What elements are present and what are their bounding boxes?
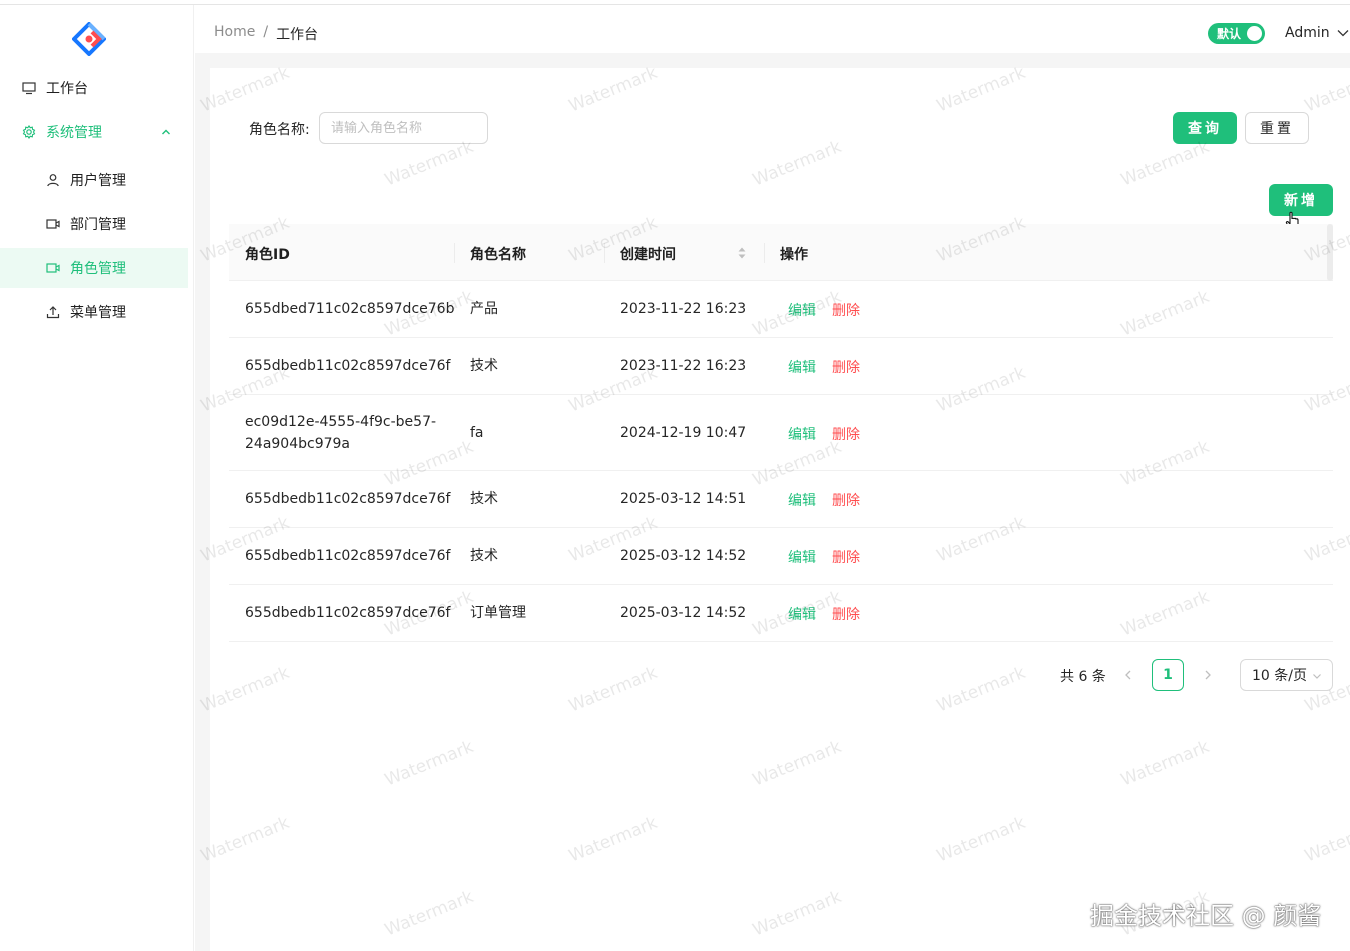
toggle-label: 默认 — [1217, 27, 1242, 41]
cell-role-id: 655dbedb11c02c8597dce76f — [245, 358, 451, 374]
chevron-right-icon[interactable] — [1201, 668, 1215, 682]
monitor-icon — [21, 80, 37, 96]
edit-link[interactable]: 编辑 — [788, 300, 816, 320]
cell-created-time: 2025-03-12 14:52 — [620, 605, 747, 621]
edit-link[interactable]: 编辑 — [788, 357, 816, 377]
delete-link[interactable]: 删除 — [832, 357, 860, 377]
toggle-knob — [1247, 26, 1262, 41]
chevron-down-icon — [1337, 30, 1349, 37]
pagination-page-current[interactable]: 1 — [1152, 659, 1184, 691]
table-row: 655dbedb11c02c8597dce76f 技术 2025-03-12 1… — [229, 528, 1333, 585]
theme-toggle[interactable]: 默认 — [1208, 23, 1265, 44]
cell-created-time: 2024-12-19 10:47 — [620, 425, 747, 441]
cell-created-time: 2023-11-22 16:23 — [620, 301, 747, 317]
cell-role-id-line1: ec09d12e-4555-4f9c-be57- — [245, 414, 437, 430]
column-header-name: 角色名称 — [470, 247, 526, 263]
delete-link[interactable]: 删除 — [832, 490, 860, 510]
breadcrumb-current: 工作台 — [276, 27, 319, 43]
table-row: 655dbedb11c02c8597dce76f 订单管理 2025-03-12… — [229, 585, 1333, 642]
cell-role-id: 655dbedb11c02c8597dce76f — [245, 548, 451, 564]
breadcrumb: Home / 工作台 — [214, 24, 318, 44]
table-row: ec09d12e-4555-4f9c-be57- 24a904bc979a fa… — [229, 395, 1333, 471]
sidebar-item-label: 菜单管理 — [70, 305, 126, 321]
column-header-id: 角色ID — [245, 247, 290, 263]
sidebar-item-label: 系统管理 — [46, 125, 102, 141]
chevron-left-icon[interactable] — [1121, 668, 1135, 682]
sidebar-item-roles[interactable]: 角色管理 — [0, 248, 188, 288]
column-divider — [764, 243, 765, 263]
column-divider — [604, 243, 605, 263]
page-size-value: 10 条/页 — [1252, 668, 1307, 684]
breadcrumb-home[interactable]: Home — [214, 24, 255, 44]
cell-role-name: 订单管理 — [470, 605, 526, 621]
table-row: 655dbedb11c02c8597dce76f 技术 2023-11-22 1… — [229, 338, 1333, 395]
chevron-up-icon — [162, 129, 170, 135]
sidebar-item-menus[interactable]: 菜单管理 — [0, 292, 188, 332]
sidebar-item-workbench[interactable]: 工作台 — [0, 68, 188, 108]
breadcrumb-separator: / — [263, 24, 269, 40]
cell-role-name: 技术 — [470, 491, 498, 507]
cell-created-time: 2025-03-12 14:52 — [620, 548, 747, 564]
user-menu[interactable]: Admin — [1285, 25, 1350, 41]
cell-role-id: 655dbedb11c02c8597dce76f — [245, 605, 451, 621]
column-header-created[interactable]: 创建时间 — [620, 244, 676, 264]
video-icon — [45, 260, 61, 276]
user-icon — [45, 172, 61, 188]
sidebar-item-label: 工作台 — [46, 81, 88, 97]
sidebar-item-departments[interactable]: 部门管理 — [0, 204, 188, 244]
cell-role-name: fa — [470, 425, 484, 441]
diamond-logo-icon[interactable] — [72, 22, 106, 56]
edit-link[interactable]: 编辑 — [788, 547, 816, 567]
user-name: Admin — [1285, 25, 1330, 41]
reset-button[interactable]: 重置 — [1245, 112, 1309, 144]
role-name-label: 角色名称: — [249, 122, 310, 138]
sidebar-item-label: 部门管理 — [70, 217, 126, 233]
query-button[interactable]: 查询 — [1173, 112, 1237, 144]
delete-link[interactable]: 删除 — [832, 604, 860, 624]
top-divider — [0, 4, 1350, 5]
sidebar-item-label: 用户管理 — [70, 173, 126, 189]
table-row: 655dbed711c02c8597dce76b 产品 2023-11-22 1… — [229, 281, 1333, 338]
cell-role-name: 产品 — [470, 301, 498, 317]
table-header: 角色ID 角色名称 创建时间 操作 — [229, 224, 1333, 281]
upload-icon — [45, 304, 61, 320]
page-size-select[interactable]: 10 条/页 — [1240, 659, 1333, 691]
cell-created-time: 2025-03-12 14:51 — [620, 491, 747, 507]
cell-role-id: 655dbedb11c02c8597dce76f — [245, 491, 451, 507]
edit-link[interactable]: 编辑 — [788, 490, 816, 510]
video-icon — [45, 216, 61, 232]
edit-link[interactable]: 编辑 — [788, 424, 816, 444]
edit-link[interactable]: 编辑 — [788, 604, 816, 624]
author-signature: 掘金技术社区 @ 颜酱 — [1090, 902, 1322, 930]
column-header-actions: 操作 — [780, 247, 808, 263]
column-divider — [454, 243, 455, 263]
cell-created-time: 2023-11-22 16:23 — [620, 358, 747, 374]
chevron-down-icon — [1313, 674, 1321, 679]
add-role-button[interactable]: 新增 — [1269, 184, 1333, 216]
sort-icon[interactable] — [737, 246, 747, 260]
cell-role-id-line2: 24a904bc979a — [245, 436, 350, 452]
cell-role-name: 技术 — [470, 358, 498, 374]
cell-role-id: 655dbed711c02c8597dce76b — [245, 301, 455, 317]
sidebar-item-label: 角色管理 — [70, 261, 126, 277]
pagination-total: 共 6 条 — [1060, 669, 1106, 685]
delete-link[interactable]: 删除 — [832, 300, 860, 320]
gear-icon — [21, 124, 37, 140]
sidebar-item-users[interactable]: 用户管理 — [0, 160, 188, 200]
sidebar-item-system[interactable]: 系统管理 — [0, 112, 188, 152]
cell-role-name: 技术 — [470, 548, 498, 564]
table-scrollbar[interactable] — [1327, 224, 1333, 281]
role-name-input[interactable] — [319, 112, 488, 144]
delete-link[interactable]: 删除 — [832, 547, 860, 567]
delete-link[interactable]: 删除 — [832, 424, 860, 444]
table-row: 655dbedb11c02c8597dce76f 技术 2025-03-12 1… — [229, 471, 1333, 528]
